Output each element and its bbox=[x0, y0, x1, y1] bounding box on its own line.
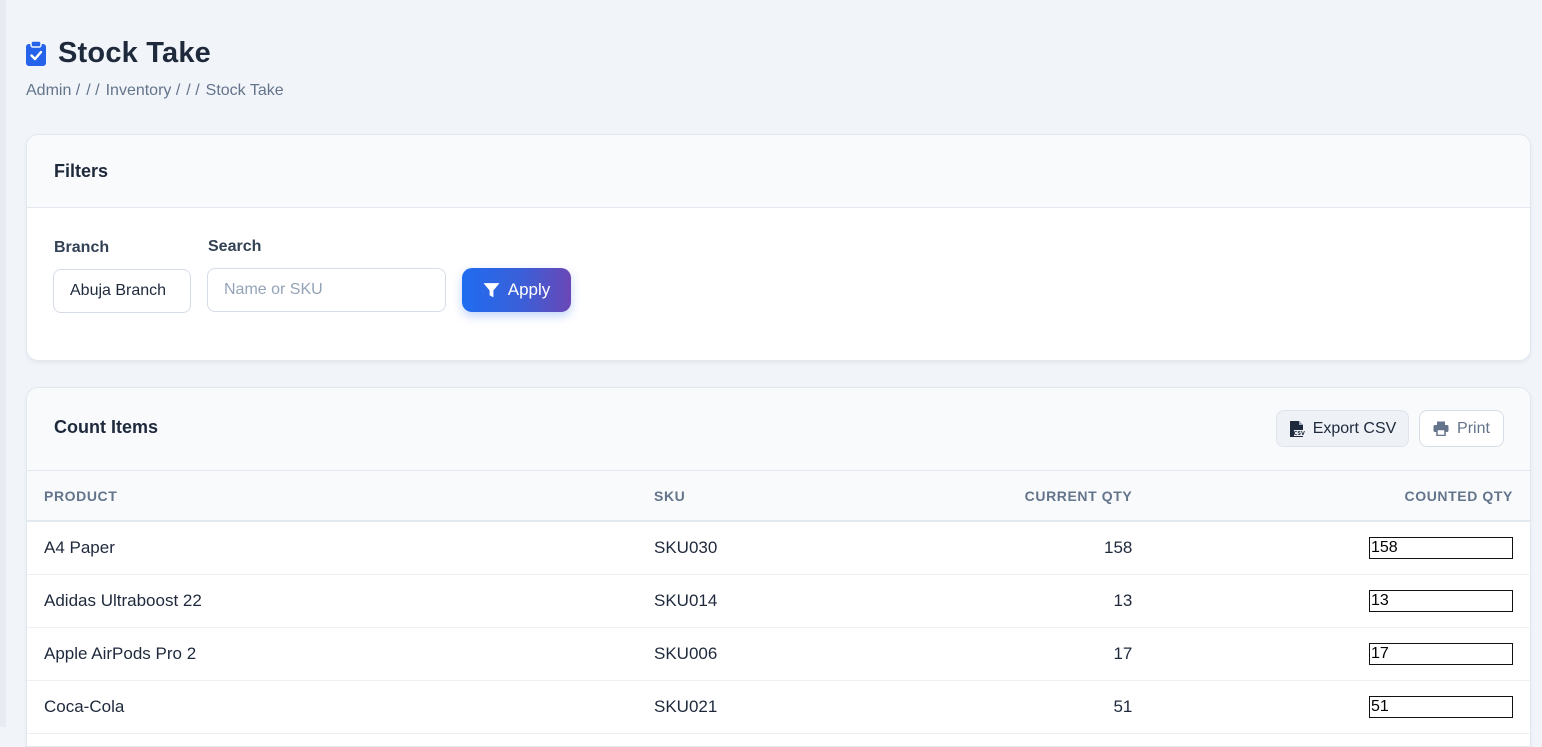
counted-qty-input[interactable] bbox=[1369, 536, 1513, 559]
export-csv-label: Export CSV bbox=[1312, 419, 1397, 437]
product-name: A4 Paper bbox=[44, 537, 115, 557]
counted-qty-input[interactable] bbox=[1369, 642, 1513, 665]
column-header-sku: SKU bbox=[654, 487, 686, 504]
branch-select[interactable]: Abuja Branch bbox=[53, 269, 191, 313]
clipboard-check-icon bbox=[26, 40, 46, 66]
product-sku: SKU014 bbox=[654, 590, 718, 610]
product-name: Adidas Ultraboost 22 bbox=[44, 590, 202, 610]
counted-qty-input[interactable] bbox=[1369, 589, 1513, 612]
count-items-title: Count Items bbox=[54, 417, 159, 437]
column-header-product: PRODUCT bbox=[44, 487, 118, 504]
breadcrumb: Admin / / / Inventory / / / Stock Take bbox=[26, 82, 290, 100]
page-title: Stock Take bbox=[58, 36, 211, 69]
apply-button-label: Apply bbox=[507, 280, 551, 299]
printer-icon bbox=[1433, 421, 1449, 436]
csv-file-icon: CSV bbox=[1289, 420, 1305, 437]
breadcrumb-item-inventory[interactable]: Inventory / bbox=[106, 82, 181, 99]
page-header: Stock Take bbox=[26, 36, 211, 70]
current-qty: 13 bbox=[1113, 590, 1133, 610]
print-label: Print bbox=[1457, 419, 1490, 437]
table-row: Adidas Ultraboost 22 SKU014 13 bbox=[27, 574, 1530, 627]
table-row: Coca-Cola SKU021 51 bbox=[27, 680, 1530, 733]
breadcrumb-separator: / / bbox=[186, 82, 200, 99]
product-sku: SKU021 bbox=[654, 696, 718, 716]
filters-card: Filters Branch Abuja Branch Search Apply bbox=[26, 134, 1531, 361]
column-header-current-qty: CURRENT QTY bbox=[1024, 487, 1133, 504]
current-qty: 158 bbox=[1104, 537, 1133, 557]
search-input[interactable] bbox=[207, 268, 446, 312]
branch-select-value: Abuja Branch bbox=[70, 282, 167, 299]
svg-text:CSV: CSV bbox=[1293, 431, 1304, 437]
product-sku: SKU006 bbox=[654, 643, 718, 663]
count-items-table: PRODUCT SKU CURRENT QTY COUNTED QTY A4 P… bbox=[27, 471, 1530, 734]
counted-qty-cell bbox=[1149, 574, 1530, 627]
branch-label: Branch bbox=[54, 239, 110, 256]
breadcrumb-item-stock-take: Stock Take bbox=[205, 82, 284, 99]
table-row: Apple AirPods Pro 2 SKU006 17 bbox=[27, 627, 1530, 680]
counted-qty-input[interactable] bbox=[1369, 695, 1513, 718]
product-name: Coca-Cola bbox=[44, 696, 125, 716]
filters-header: Filters bbox=[27, 135, 1530, 208]
counted-qty-cell bbox=[1149, 627, 1530, 680]
table-header-row: PRODUCT SKU CURRENT QTY COUNTED QTY bbox=[27, 471, 1530, 521]
print-button[interactable]: Print bbox=[1419, 410, 1504, 447]
search-label: Search bbox=[208, 238, 262, 255]
filter-icon bbox=[483, 282, 500, 297]
count-items-card: Count Items CSV Export CSV Print PRODUCT… bbox=[26, 387, 1531, 747]
product-sku: SKU030 bbox=[654, 537, 718, 557]
counted-qty-cell bbox=[1149, 680, 1530, 733]
left-edge bbox=[0, 0, 6, 727]
breadcrumb-separator: / / bbox=[86, 82, 100, 99]
table-row: A4 Paper SKU030 158 bbox=[27, 521, 1530, 574]
filters-title: Filters bbox=[54, 160, 109, 181]
apply-button[interactable]: Apply bbox=[462, 268, 571, 312]
current-qty: 17 bbox=[1113, 643, 1133, 663]
count-items-header: Count Items CSV Export CSV Print bbox=[27, 388, 1530, 471]
counted-qty-cell bbox=[1149, 521, 1530, 574]
breadcrumb-item-admin[interactable]: Admin / bbox=[26, 82, 80, 99]
product-name: Apple AirPods Pro 2 bbox=[44, 643, 197, 663]
export-csv-button[interactable]: CSV Export CSV bbox=[1276, 410, 1409, 447]
column-header-counted-qty: COUNTED QTY bbox=[1404, 487, 1513, 504]
current-qty: 51 bbox=[1113, 696, 1133, 716]
